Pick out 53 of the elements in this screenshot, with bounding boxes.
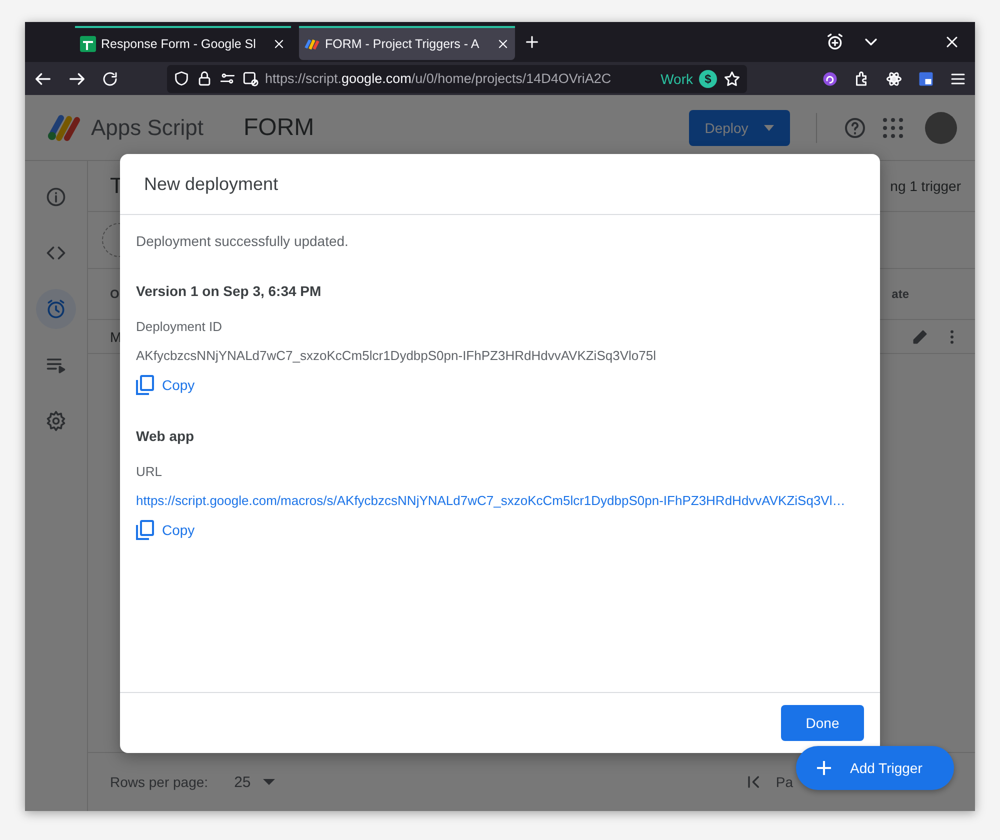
address-bar[interactable]: https://script.google.com/u/0/home/projects/14D4OVriA2C Work $ [167, 64, 747, 92]
lock-icon[interactable] [196, 70, 213, 87]
section-heading: Web app [136, 428, 194, 444]
trigger-count: ng 1 trigger [890, 178, 961, 194]
caret-icon[interactable] [764, 124, 774, 130]
copy-button[interactable]: Copy [136, 520, 195, 540]
dialog-title: New deployment [120, 154, 880, 215]
star-icon[interactable] [723, 70, 741, 88]
alarm-clock-icon[interactable] [825, 32, 845, 52]
pencil-icon[interactable] [911, 328, 929, 346]
field-label: URL [136, 464, 162, 479]
deploy-button[interactable]: Deploy [689, 110, 790, 146]
page-label: Pa [776, 774, 793, 790]
reload-icon[interactable] [101, 70, 119, 88]
atom-icon[interactable] [885, 70, 903, 88]
plus-icon [816, 760, 832, 776]
container-label: Work [660, 70, 693, 86]
help-icon[interactable] [843, 116, 867, 140]
caret-icon[interactable] [262, 779, 275, 785]
field-label: Deployment ID [136, 319, 222, 334]
circle-swirl-icon[interactable] [821, 70, 839, 88]
page-blocked-icon[interactable] [242, 70, 259, 87]
done-button[interactable]: Done [781, 705, 864, 741]
info-icon [45, 186, 67, 208]
colorful-logo-icon [47, 114, 81, 142]
rows-per-page-select[interactable]: 25 [234, 774, 251, 790]
apps-grid-icon[interactable] [883, 118, 903, 138]
browser-tab[interactable]: FORM - Project Triggers - A [299, 26, 515, 60]
shield-icon[interactable] [173, 70, 190, 87]
close-icon[interactable] [496, 37, 510, 51]
settings-icon [45, 410, 67, 432]
section-heading: Version 1 on Sep 3, 6:34 PM [136, 283, 322, 299]
project-name[interactable]: FORM [244, 114, 314, 142]
rows-per-page-label: Rows per page: [110, 774, 208, 790]
copy-icon [136, 375, 154, 395]
sidebar-item[interactable] [36, 289, 76, 329]
spreadsheet-icon [80, 36, 96, 52]
browser-tab[interactable]: Response Form - Google Sl [75, 26, 291, 60]
plus-icon[interactable] [523, 33, 541, 51]
avatar[interactable] [925, 112, 957, 144]
add-trigger-button[interactable]: Add Trigger [796, 746, 954, 790]
copy-icon [136, 520, 154, 540]
deployment-id: AKfycbzcsNNjYNALd7wC7_sxzoKcCm5lcr1DydbpS0pn-IFhPZ3HRdHdvvAVKZiSq3Vlo75l [136, 348, 656, 363]
status-message: Deployment successfully updated. [136, 233, 350, 249]
alarm-clock-icon [45, 298, 67, 320]
copy-button[interactable]: Copy [136, 375, 195, 395]
url-text: https://script.google.com/u/0/home/projects/14D4OVriA2C [265, 71, 612, 86]
app-name: Apps Script [91, 114, 204, 140]
column-header: O [110, 287, 120, 301]
close-icon[interactable] [272, 37, 286, 51]
container-badge: $ [699, 70, 717, 88]
column-header: ate [892, 287, 909, 301]
web-app-link[interactable]: https://script.google.com/macros/s/AKfycbzcsNNjYNALd7wC7_sxzoKcCm5lcr1DydbpS0pn-IFhPZ3HRdHdvvAVKZiSq3Vl… [136, 493, 846, 508]
